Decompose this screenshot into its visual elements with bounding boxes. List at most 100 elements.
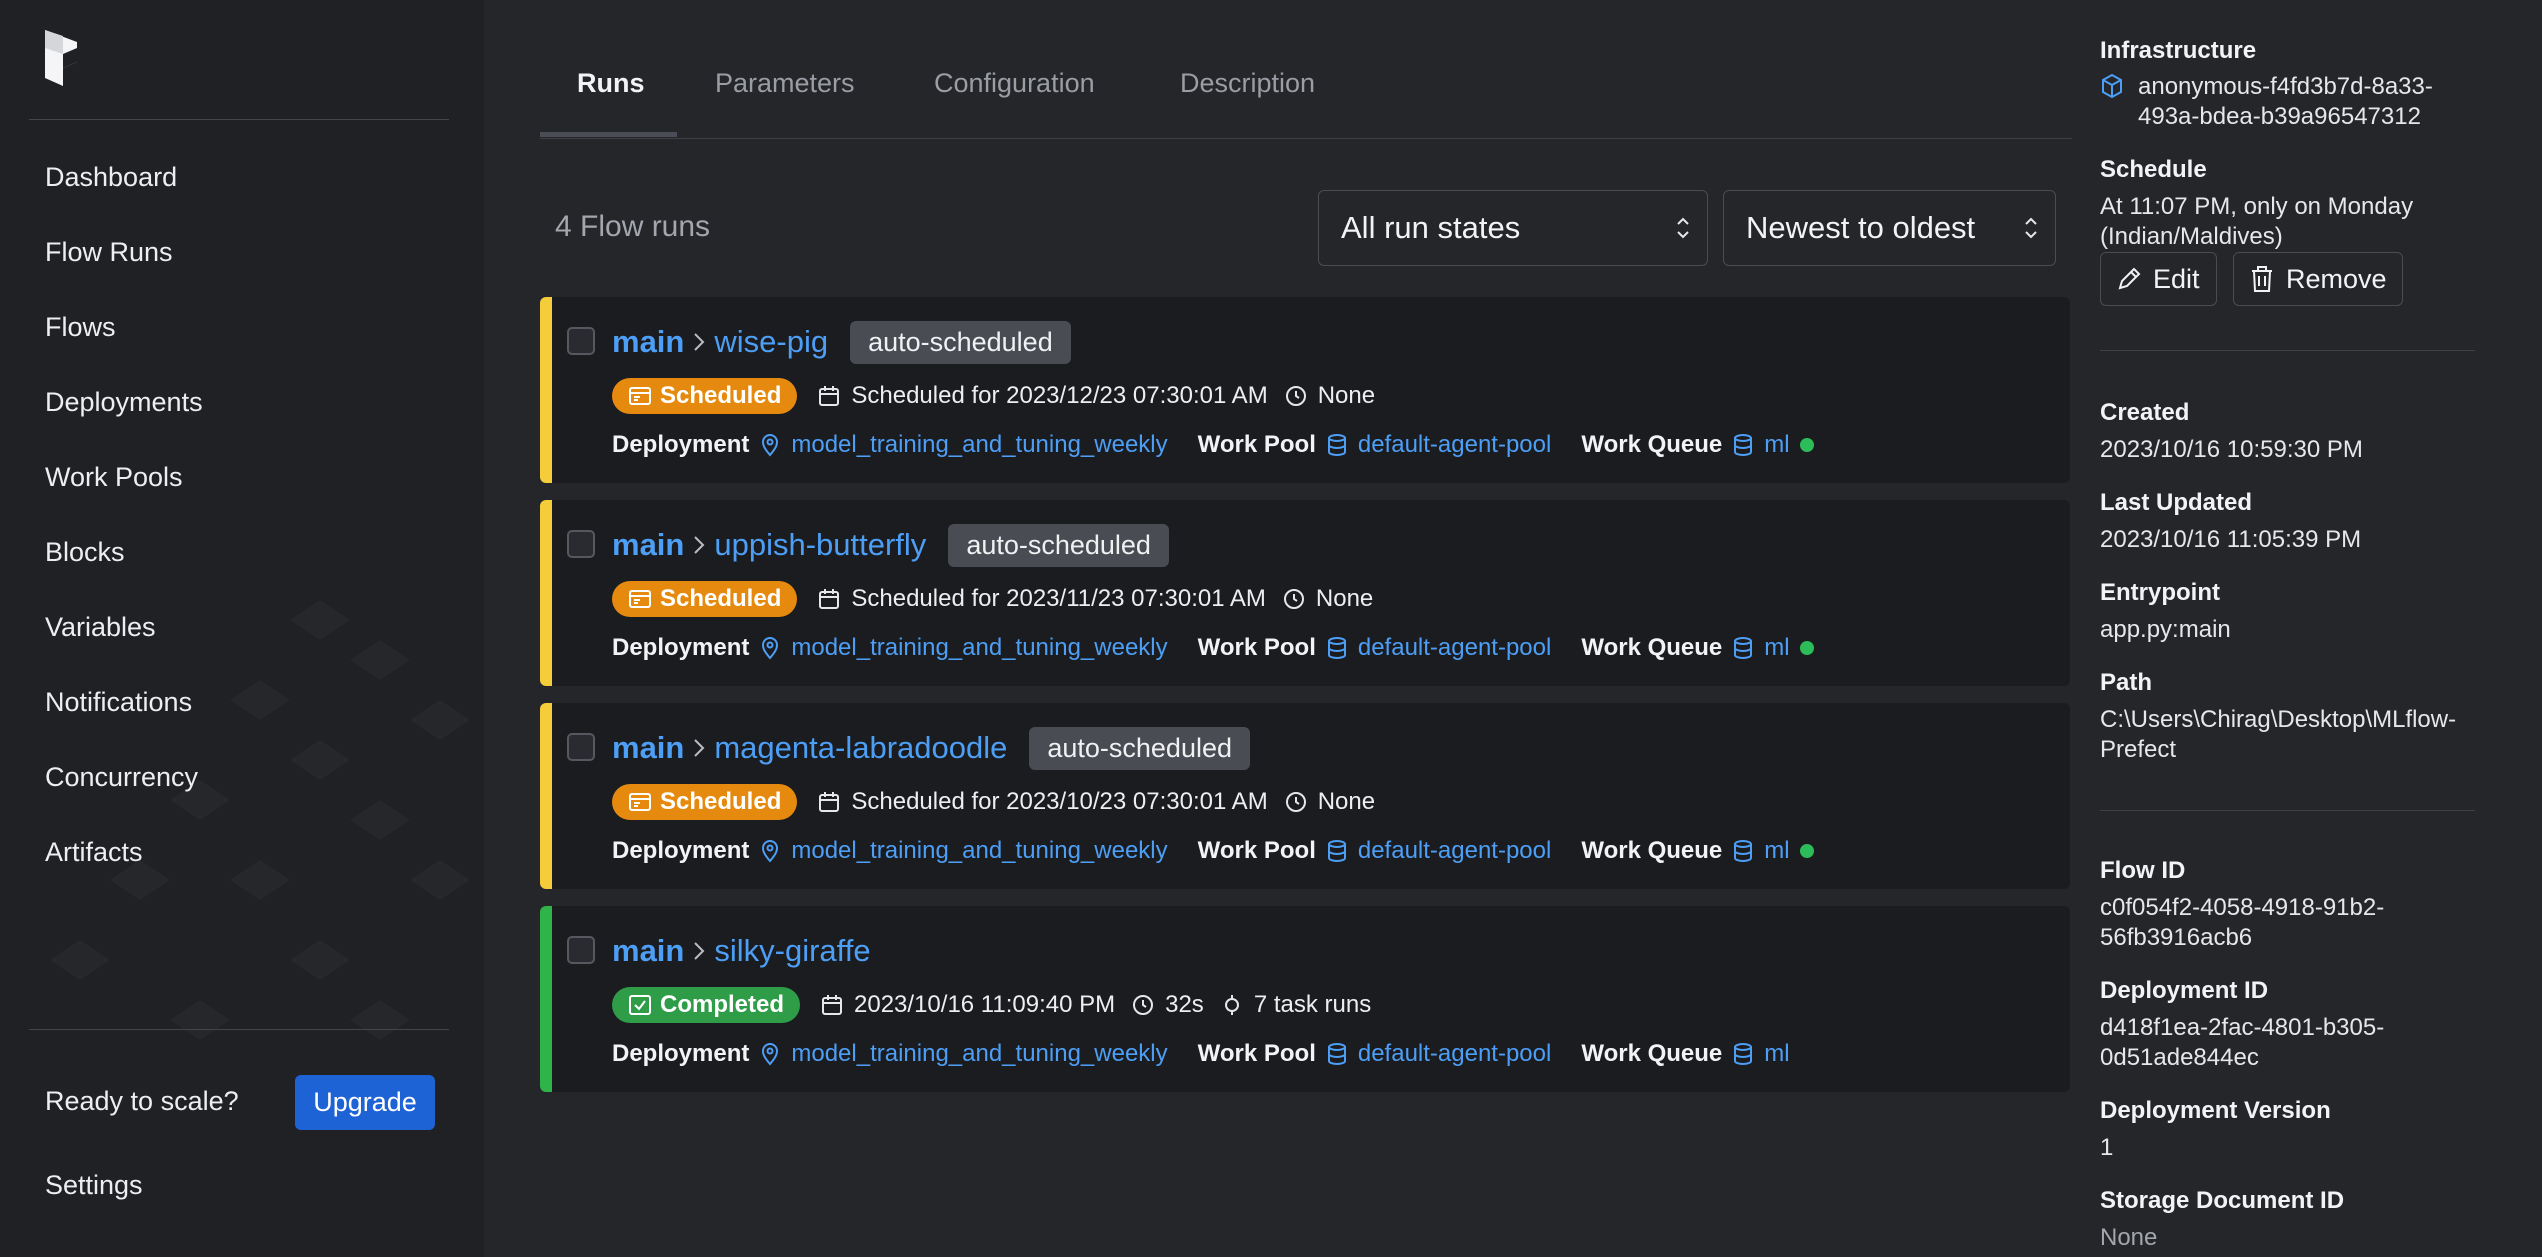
chevron-right-icon xyxy=(690,330,708,354)
work-queue-link[interactable]: ml xyxy=(1764,1040,1789,1068)
last-updated-value: 2023/10/16 11:05:39 PM xyxy=(2100,526,2362,553)
work-pool-link[interactable]: default-agent-pool xyxy=(1358,837,1551,865)
run-state-filter-value: All run states xyxy=(1341,210,1521,245)
entrypoint-value: app.py:main xyxy=(2100,616,2231,643)
database-icon xyxy=(1732,1042,1754,1066)
nav-dashboard[interactable]: Dashboard xyxy=(45,162,177,193)
run-duration: None xyxy=(1282,585,1373,613)
run-select-checkbox[interactable] xyxy=(567,530,595,558)
flow-name-link[interactable]: main xyxy=(612,933,684,969)
work-queue-link[interactable]: ml xyxy=(1764,837,1789,865)
deployment-id-value: d418f1ea-2fac-4801-b305- 0d51ade844ec xyxy=(2100,1013,2480,1073)
run-duration-text: None xyxy=(1317,788,1376,815)
run-name-link[interactable]: uppish-butterfly xyxy=(714,527,926,563)
tab-runs[interactable]: Runs xyxy=(577,68,645,99)
infrastructure-link[interactable]: anonymous-f4fd3b7d-8a33- 493a-bdea-b39a9… xyxy=(2138,72,2518,132)
deployment-link[interactable]: model_training_and_tuning_weekly xyxy=(791,837,1167,865)
infrastructure-label: Infrastructure xyxy=(2100,37,2257,64)
entrypoint-label: Entrypoint xyxy=(2100,579,2220,606)
remove-schedule-label: Remove xyxy=(2286,263,2387,294)
flow-name-link[interactable]: main xyxy=(612,527,684,563)
flow-name-link[interactable]: main xyxy=(612,324,684,360)
state-badge-label: Scheduled xyxy=(660,788,782,815)
database-icon xyxy=(1326,433,1348,457)
task-runs[interactable]: 7 task runs xyxy=(1220,991,1371,1019)
cube-icon xyxy=(2102,73,2122,99)
details-divider xyxy=(2100,350,2475,351)
work-pool-label: Work Pool xyxy=(1197,431,1316,458)
tab-description[interactable]: Description xyxy=(1180,68,1315,99)
sidebar: Dashboard Flow Runs Flows Deployments Wo… xyxy=(0,0,484,1257)
clock-icon xyxy=(1283,589,1304,609)
nav-flow-runs[interactable]: Flow Runs xyxy=(45,237,173,268)
path-value-line2: Prefect xyxy=(2100,736,2177,763)
run-name-link[interactable]: silky-giraffe xyxy=(714,933,870,969)
nav-flows[interactable]: Flows xyxy=(45,312,116,343)
flow-id-line2: 56fb3916acb6 xyxy=(2100,924,2253,951)
deployment-link[interactable]: model_training_and_tuning_weekly xyxy=(791,634,1167,662)
queue-status-dot xyxy=(1799,438,1814,452)
run-date: 2023/10/16 11:09:40 PM xyxy=(820,991,1115,1019)
run-select-checkbox[interactable] xyxy=(567,936,595,964)
run-state-filter[interactable]: All run states xyxy=(1318,190,1708,266)
pencil-icon xyxy=(2118,267,2141,290)
work-queue-label: Work Queue xyxy=(1581,431,1723,458)
run-name-link[interactable]: magenta-labradoodle xyxy=(714,730,1007,766)
edit-schedule-button[interactable]: Edit xyxy=(2100,252,2217,306)
nav-blocks[interactable]: Blocks xyxy=(45,537,125,568)
schedule-text-line2: (Indian/Maldives) xyxy=(2100,223,2283,250)
flow-run-card[interactable]: main wise-pig auto-scheduled Scheduled S… xyxy=(540,297,2070,483)
upgrade-button[interactable]: Upgrade xyxy=(295,1075,435,1130)
state-badge: Completed xyxy=(612,987,801,1023)
run-name-link[interactable]: wise-pig xyxy=(714,324,828,360)
state-badge-label: Scheduled xyxy=(660,382,782,409)
run-duration-text: 32s xyxy=(1165,991,1204,1018)
run-duration: None xyxy=(1284,382,1375,410)
flow-name-link[interactable]: main xyxy=(612,730,684,766)
state-badge: Scheduled xyxy=(612,581,798,617)
run-date: Scheduled for 2023/10/23 07:30:01 AM xyxy=(817,788,1268,816)
nav-notifications[interactable]: Notifications xyxy=(45,687,192,718)
nav-variables[interactable]: Variables xyxy=(45,612,156,643)
nav-artifacts[interactable]: Artifacts xyxy=(45,837,143,868)
nav-work-pools[interactable]: Work Pools xyxy=(45,462,183,493)
queue-status-dot xyxy=(1799,844,1814,858)
work-queue-link[interactable]: ml xyxy=(1764,634,1789,662)
deployment-label: Deployment xyxy=(612,634,750,661)
run-select-checkbox[interactable] xyxy=(567,733,595,761)
work-pool-link[interactable]: default-agent-pool xyxy=(1358,431,1551,459)
flow-id-value: c0f054f2-4058-4918-91b2- 56fb3916acb6 xyxy=(2100,893,2480,953)
tab-configuration[interactable]: Configuration xyxy=(934,68,1095,99)
select-chevron-icon xyxy=(1677,217,1689,239)
auto-scheduled-tag: auto-scheduled xyxy=(1029,726,1250,770)
remove-schedule-button[interactable]: Remove xyxy=(2233,252,2403,306)
tab-parameters[interactable]: Parameters xyxy=(715,68,855,99)
nav-settings[interactable]: Settings xyxy=(45,1170,143,1201)
nav-deployments[interactable]: Deployments xyxy=(45,387,203,418)
prefect-logo[interactable] xyxy=(41,28,81,88)
deployment-version-value: 1 xyxy=(2100,1134,2114,1161)
sort-select-value: Newest to oldest xyxy=(1746,210,1976,245)
flow-run-card[interactable]: main silky-giraffe Completed 2023/10/16 … xyxy=(540,906,2070,1092)
task-runs-icon xyxy=(1224,995,1239,1015)
run-select-checkbox[interactable] xyxy=(567,327,595,355)
sort-select[interactable]: Newest to oldest xyxy=(1723,190,2056,266)
schedule-text-line1: At 11:07 PM, only on Monday xyxy=(2100,193,2414,220)
state-bar xyxy=(540,297,552,483)
details-divider xyxy=(2100,810,2475,811)
location-pin-icon xyxy=(759,839,781,863)
state-bar xyxy=(540,703,552,889)
flow-run-card[interactable]: main magenta-labradoodle auto-scheduled … xyxy=(540,703,2070,889)
deployment-label: Deployment xyxy=(612,431,750,458)
storage-document-id-label: Storage Document ID xyxy=(2100,1187,2345,1214)
work-queue-link[interactable]: ml xyxy=(1764,431,1789,459)
nav-concurrency[interactable]: Concurrency xyxy=(45,762,198,793)
deployment-link[interactable]: model_training_and_tuning_weekly xyxy=(791,1040,1167,1068)
deployment-link[interactable]: model_training_and_tuning_weekly xyxy=(791,431,1167,459)
work-pool-link[interactable]: default-agent-pool xyxy=(1358,634,1551,662)
status-completed-icon xyxy=(629,995,651,1015)
deployment-version-label: Deployment Version xyxy=(2100,1097,2331,1124)
flow-run-card[interactable]: main uppish-butterfly auto-scheduled Sch… xyxy=(540,500,2070,686)
work-pool-link[interactable]: default-agent-pool xyxy=(1358,1040,1551,1068)
chevron-right-icon xyxy=(690,939,708,963)
